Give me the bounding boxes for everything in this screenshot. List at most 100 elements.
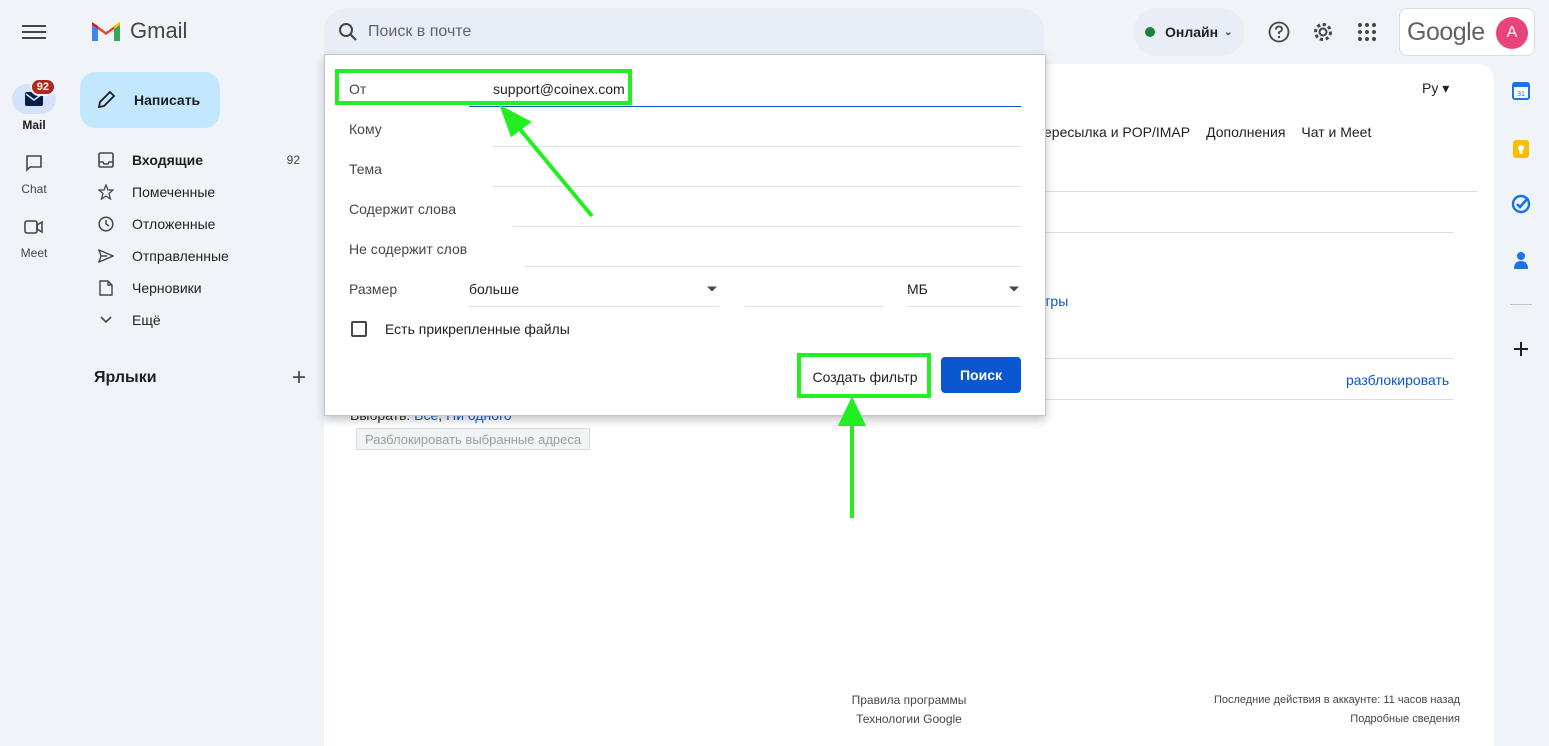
- footer-right: Последние действия в аккаунте: 11 часов …: [1214, 691, 1460, 729]
- google-tech-link[interactable]: Технологии Google: [834, 710, 984, 729]
- create-filter-button[interactable]: Создать фильтр: [801, 359, 929, 395]
- add-addon-icon[interactable]: [1510, 338, 1532, 360]
- terms-link[interactable]: Правила программы: [834, 691, 984, 710]
- side-divider: [1510, 304, 1532, 305]
- calendar-icon[interactable]: 31: [1510, 80, 1532, 102]
- tasks-icon[interactable]: [1510, 193, 1532, 215]
- chevron-down-icon: [100, 316, 112, 324]
- from-label: От: [349, 81, 367, 97]
- left-rail: 92 Mail Chat Meet: [0, 0, 68, 746]
- has-words-row: Содержит слова: [349, 183, 1021, 227]
- not-has-label: Не содержит слов: [349, 241, 468, 257]
- video-camera-icon: [24, 220, 43, 234]
- gmail-logo[interactable]: Gmail: [90, 18, 187, 44]
- subject-field[interactable]: [493, 143, 1021, 187]
- not-has-row: Не содержит слов: [349, 223, 1021, 267]
- mail-badge: 92: [29, 78, 56, 96]
- settings-tabs: ересылка и POP/IMAP Дополнения Чат и Mee…: [1044, 124, 1371, 140]
- add-label-icon[interactable]: +: [292, 364, 306, 392]
- search-submit-button[interactable]: Поиск: [941, 357, 1021, 393]
- apps-grid-icon[interactable]: [1355, 20, 1379, 44]
- sidebar-item-more[interactable]: Ещё: [88, 304, 312, 336]
- clock-icon: [98, 216, 114, 232]
- rail-meet-label: Meet: [20, 246, 48, 260]
- help-icon[interactable]: [1267, 20, 1291, 44]
- rail-chat[interactable]: Chat: [0, 148, 68, 196]
- rail-mail[interactable]: 92 Mail: [0, 78, 68, 132]
- sidebar-item-label: Отправленные: [132, 248, 229, 264]
- rail-chat-label: Chat: [21, 182, 47, 196]
- sidebar-item-label: Входящие: [132, 152, 203, 168]
- has-words-field[interactable]: [513, 183, 1021, 227]
- input-language-label: Ру: [1422, 80, 1439, 96]
- input-language-selector[interactable]: Ру ▾: [1422, 80, 1449, 97]
- status-selector[interactable]: Онлайн ⌄: [1133, 8, 1245, 56]
- attachment-option[interactable]: Есть прикрепленные файлы: [351, 321, 570, 337]
- sidebar-item-label: Помеченные: [132, 184, 216, 200]
- size-unit-select[interactable]: МБ: [907, 263, 1021, 307]
- status-label: Онлайн: [1165, 24, 1219, 40]
- pencil-icon: [97, 90, 116, 109]
- search-bar[interactable]: Поиск в почте: [324, 8, 1044, 56]
- compose-label: Написать: [134, 92, 201, 108]
- sidebar-item-inbox[interactable]: Входящие 92: [88, 144, 312, 176]
- sidebar-item-snoozed[interactable]: Отложенные: [88, 208, 312, 240]
- has-words-label: Содержит слова: [349, 201, 456, 217]
- star-icon: [98, 184, 114, 200]
- from-field[interactable]: support@coinex.com: [469, 63, 1021, 107]
- avatar[interactable]: A: [1496, 17, 1528, 49]
- sidebar-item-sent[interactable]: Отправленные: [88, 240, 312, 272]
- to-field[interactable]: [493, 103, 1021, 147]
- size-operator-value: больше: [469, 281, 519, 297]
- tab-chat-meet[interactable]: Чат и Meet: [1301, 124, 1371, 140]
- unblock-selected-button[interactable]: Разблокировать выбранные адреса: [356, 428, 591, 450]
- size-value-field[interactable]: [745, 263, 883, 307]
- search-icon[interactable]: [338, 22, 358, 42]
- tab-addons[interactable]: Дополнения: [1206, 124, 1285, 140]
- search-input[interactable]: Поиск в почте: [368, 23, 471, 41]
- caret-down-icon: [1009, 286, 1019, 292]
- compose-button[interactable]: Написать: [80, 72, 220, 128]
- account-switcher[interactable]: Google A: [1399, 8, 1535, 56]
- from-row: От support@coinex.com: [349, 63, 1021, 107]
- inbox-count: 92: [286, 153, 300, 167]
- unblock-link[interactable]: разблокировать: [1346, 372, 1449, 388]
- size-unit-value: МБ: [907, 281, 928, 297]
- sidebar-item-label: Ещё: [132, 312, 161, 328]
- contacts-icon[interactable]: [1510, 249, 1532, 271]
- divider: [1044, 191, 1477, 192]
- chevron-down-icon: ⌄: [1224, 26, 1233, 38]
- details-link[interactable]: Подробные сведения: [1214, 710, 1460, 729]
- caret-down-icon: [707, 286, 717, 292]
- sidebar-item-label: Черновики: [132, 280, 202, 296]
- tab-forwarding[interactable]: ересылка и POP/IMAP: [1044, 124, 1190, 140]
- size-row: Размер больше МБ: [349, 263, 1021, 307]
- from-value: support@coinex.com: [493, 81, 625, 97]
- rail-mail-label: Mail: [22, 118, 46, 132]
- not-has-field[interactable]: [525, 223, 1021, 267]
- settings-gear-icon[interactable]: [1311, 20, 1335, 44]
- sidebar-item-starred[interactable]: Помеченные: [88, 176, 312, 208]
- draft-file-icon: [99, 280, 113, 296]
- subject-row: Тема: [349, 143, 1021, 187]
- main-menu-icon[interactable]: [22, 22, 46, 42]
- svg-text:31: 31: [1517, 91, 1525, 98]
- sidebar-item-label: Отложенные: [132, 216, 216, 232]
- sidebar-nav: Входящие 92 Помеченные Отложенные Отправ…: [88, 144, 312, 336]
- rail-meet[interactable]: Meet: [0, 212, 68, 260]
- google-wordmark: Google: [1407, 17, 1485, 46]
- filters-link-fragment[interactable]: тры: [1044, 293, 1068, 309]
- send-icon: [98, 249, 114, 263]
- to-row: Кому: [349, 103, 1021, 147]
- attachment-checkbox[interactable]: [351, 321, 367, 337]
- gmail-m-icon: [92, 22, 120, 41]
- inbox-icon: [98, 152, 114, 168]
- keep-icon[interactable]: [1510, 138, 1532, 160]
- labels-heading: Ярлыки: [94, 369, 157, 386]
- sidebar-item-drafts[interactable]: Черновики: [88, 272, 312, 304]
- to-label: Кому: [349, 121, 382, 137]
- size-operator-select[interactable]: больше: [469, 263, 719, 307]
- size-label: Размер: [349, 281, 398, 297]
- labels-section: Ярлыки +: [94, 364, 306, 392]
- attachment-label: Есть прикрепленные файлы: [385, 321, 570, 337]
